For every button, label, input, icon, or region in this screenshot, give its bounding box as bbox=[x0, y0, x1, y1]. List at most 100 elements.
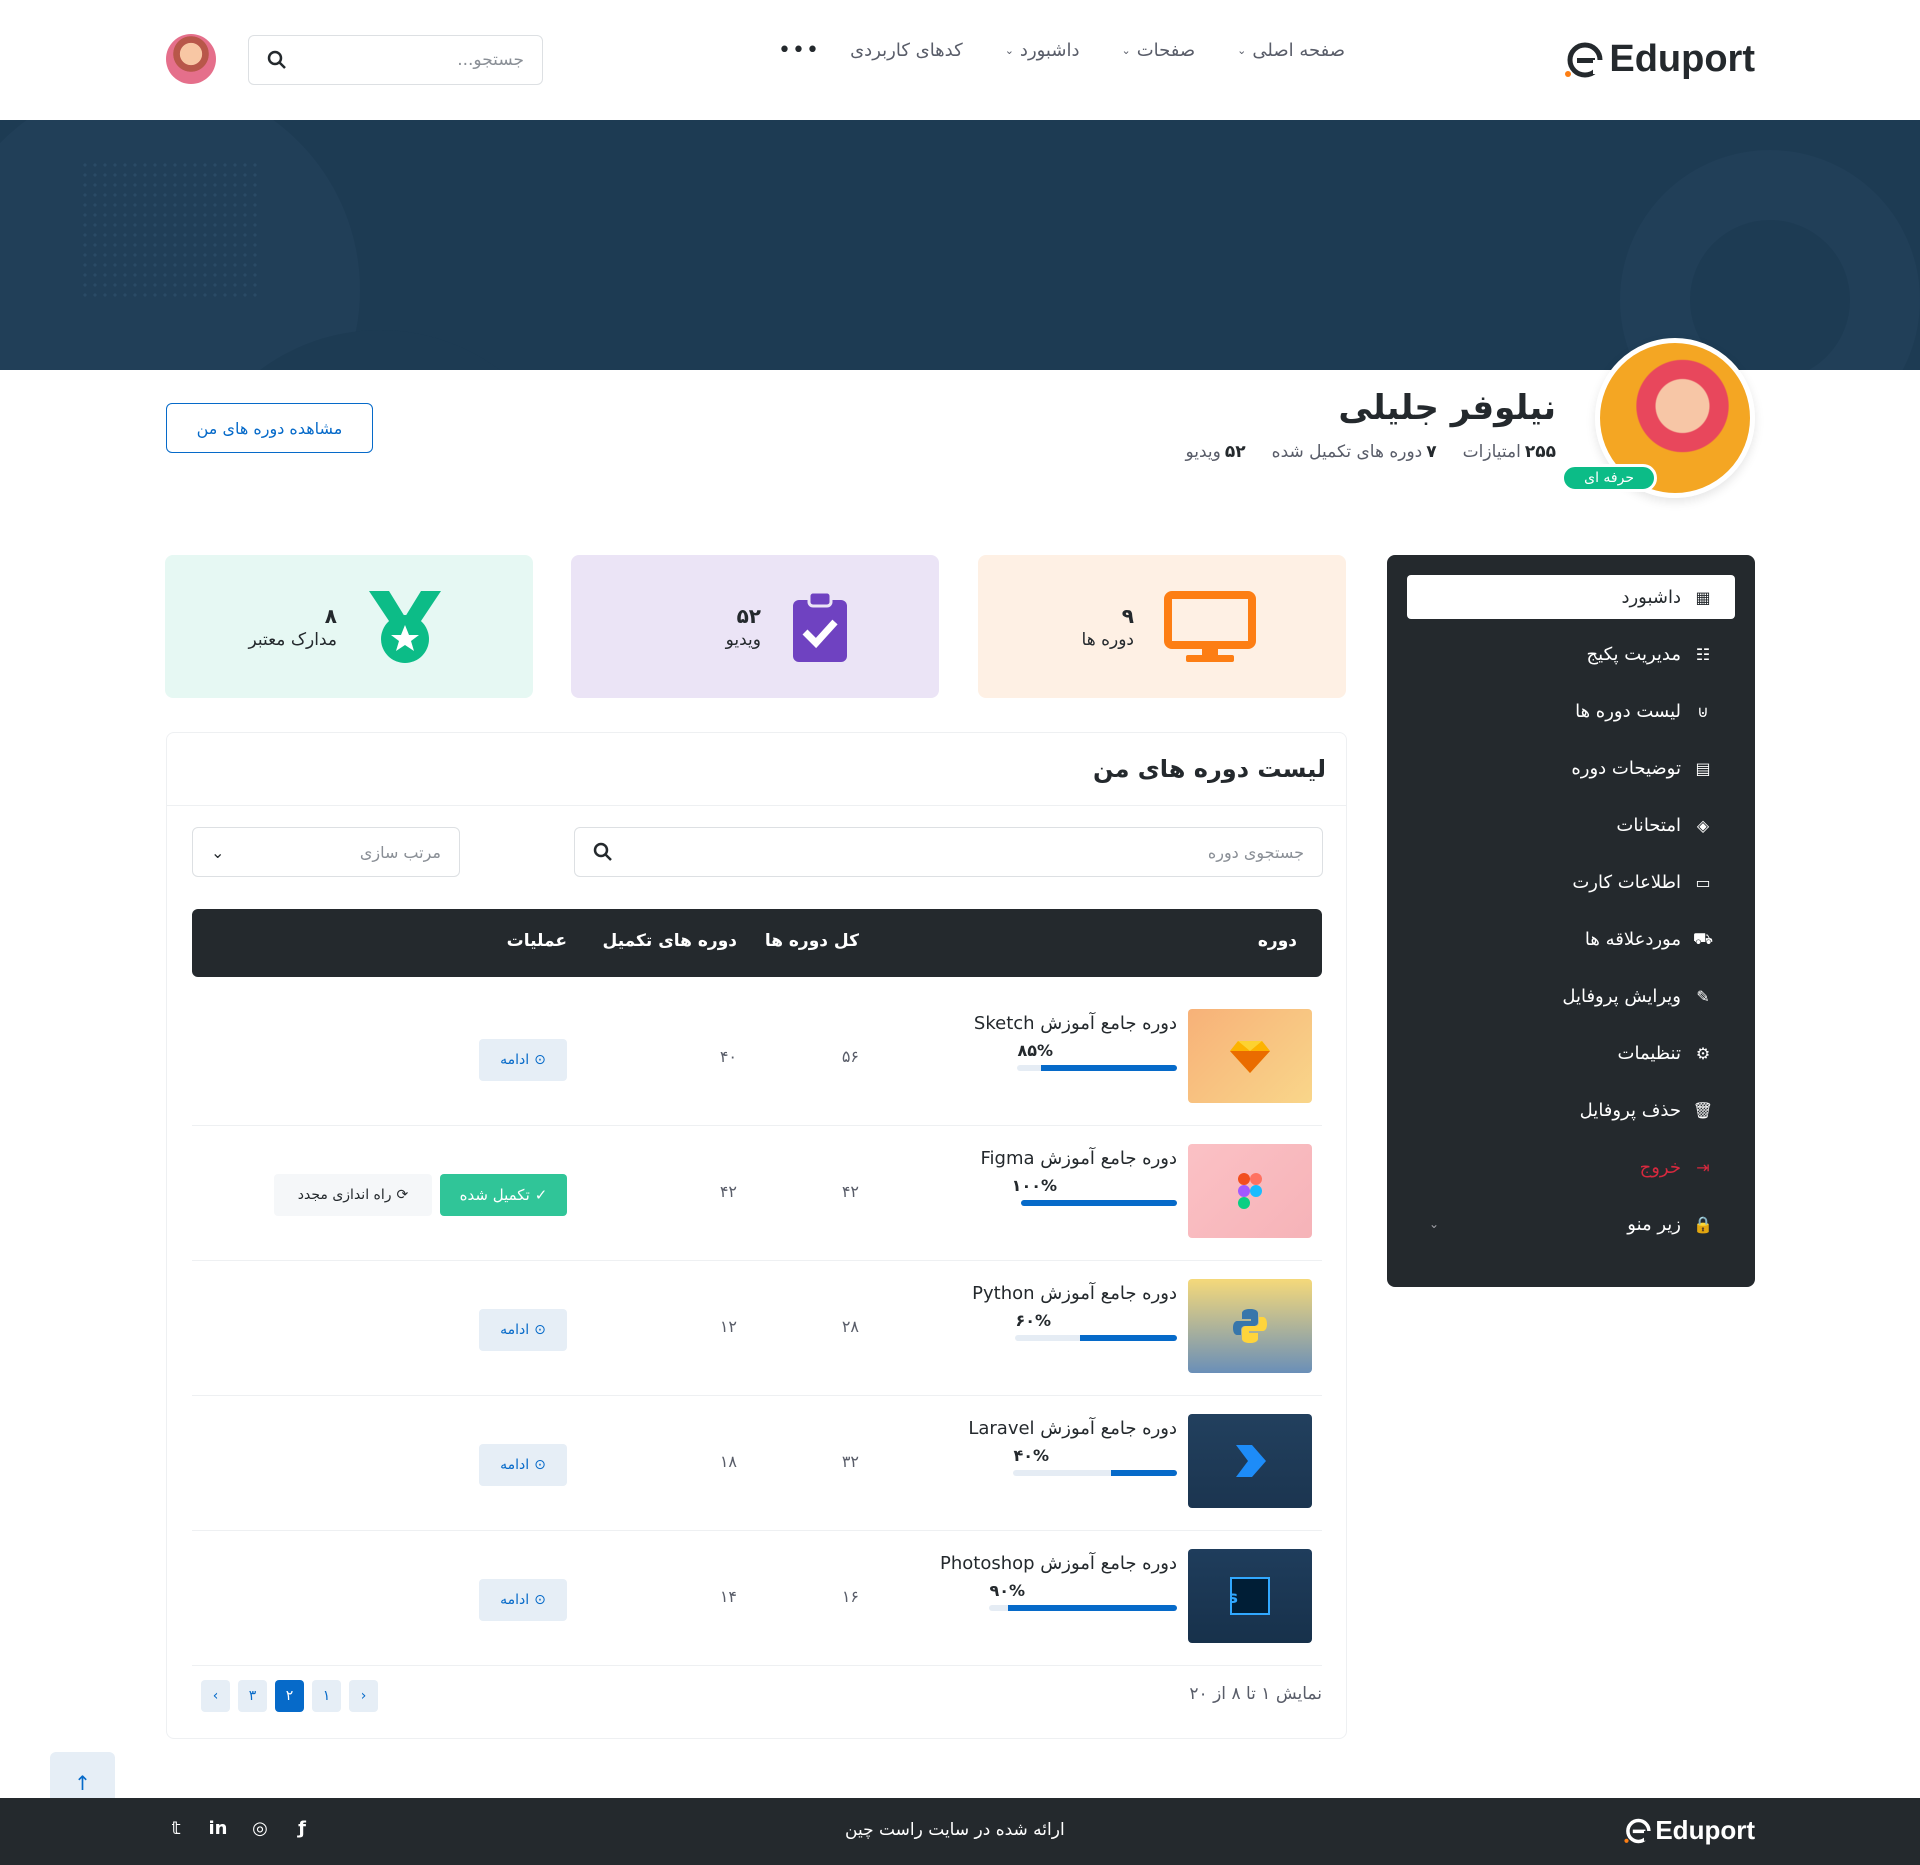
nav-pages[interactable]: صفحات ⌄ bbox=[1121, 40, 1195, 61]
sketch-logo-icon bbox=[1230, 1039, 1270, 1073]
sidebar-item[interactable]: ⇥ خروج bbox=[1407, 1145, 1735, 1189]
course-progress-percent: ۱۰۰% bbox=[1011, 1176, 1057, 1195]
trash-icon: 🗑 bbox=[1692, 1100, 1713, 1120]
more-menu-button[interactable]: ••• bbox=[778, 38, 820, 63]
sidebar-item[interactable]: 🔒 زیر منو ⌄ bbox=[1407, 1202, 1735, 1246]
profile-stats: ۲۵۵امتیازات ۷دوره های تکمیل شده ۵۲ویدیو bbox=[1186, 442, 1557, 462]
logo-mark-icon bbox=[1624, 1818, 1652, 1843]
arrow-up-icon: ↑ bbox=[74, 1771, 91, 1795]
pagination-page[interactable]: ۳ bbox=[238, 1680, 267, 1712]
sidebar-item[interactable]: ⊍ لیست دوره ها bbox=[1407, 689, 1735, 733]
progress-fill bbox=[1041, 1065, 1177, 1071]
stat-card-text: ۸ مدارک معتبر bbox=[248, 604, 337, 650]
stat-card-certificates: ۸ مدارک معتبر bbox=[165, 555, 533, 698]
course-progress-bar bbox=[1017, 1065, 1177, 1071]
stat-card-value: ۵۲ bbox=[736, 603, 761, 628]
figma-logo-icon bbox=[1237, 1172, 1263, 1210]
pagination-page-current[interactable]: ۲ bbox=[275, 1680, 304, 1712]
sidebar-item-label: امتحانات bbox=[1616, 814, 1681, 836]
course-title[interactable]: دوره جامع آموزش Sketch bbox=[974, 1013, 1177, 1034]
course-completed-lessons: ۴۰ bbox=[719, 1047, 737, 1066]
sidebar-item[interactable]: ▤ توضیحات دوره bbox=[1407, 746, 1735, 790]
user-avatar[interactable] bbox=[166, 34, 216, 84]
course-thumbnail[interactable]: Ps bbox=[1188, 1549, 1312, 1643]
course-completed-lessons: ۱۸ bbox=[719, 1452, 737, 1471]
sign-out-icon: ⇥ bbox=[1696, 1157, 1710, 1177]
course-title[interactable]: دوره جامع آموزش Laravel bbox=[968, 1418, 1177, 1439]
stat-card-label: مدارک معتبر bbox=[248, 629, 337, 650]
course-thumbnail[interactable] bbox=[1188, 1279, 1312, 1373]
course-total-lessons: ۴۲ bbox=[841, 1182, 859, 1201]
course-thumbnail[interactable] bbox=[1188, 1009, 1312, 1103]
nav-dashboard[interactable]: داشبورد ⌄ bbox=[1005, 40, 1080, 61]
stat-completed: ۷دوره های تکمیل شده bbox=[1272, 442, 1437, 462]
footer-logo-text: Eduport bbox=[1655, 1815, 1755, 1845]
play-circle-icon: ⊙ bbox=[534, 1052, 546, 1068]
play-circle-icon: ⊙ bbox=[534, 1457, 546, 1473]
continue-button[interactable]: ⊙ ادامه bbox=[479, 1444, 567, 1486]
continue-button[interactable]: ⊙ ادامه bbox=[479, 1039, 567, 1081]
banner-dots bbox=[80, 160, 260, 300]
col-total: کل دوره ها bbox=[764, 931, 859, 951]
stat-videos-label: ویدیو bbox=[1185, 442, 1221, 462]
stat-points: ۲۵۵امتیازات bbox=[1463, 442, 1556, 462]
divider bbox=[167, 805, 1346, 806]
search-icon[interactable] bbox=[267, 50, 287, 70]
sidebar-item[interactable]: ✎ ویرایش پروفایل bbox=[1407, 974, 1735, 1018]
pagination-prev-button[interactable]: ‹ bbox=[201, 1680, 230, 1712]
restart-label: راه اندازی مجدد bbox=[297, 1187, 392, 1203]
course-title[interactable]: دوره جامع آموزش Photoshop bbox=[940, 1553, 1177, 1574]
footer-logo[interactable]: Eduport bbox=[1623, 1815, 1755, 1846]
progress-fill bbox=[1021, 1200, 1177, 1206]
course-total-lessons: ۱۶ bbox=[841, 1587, 859, 1606]
course-thumbnail[interactable] bbox=[1188, 1144, 1312, 1238]
course-title[interactable]: دوره جامع آموزش Python bbox=[972, 1283, 1177, 1304]
table-row: Ps دوره جامع آموزش Photoshop ۹۰% ۱۶ ۱۴ ⊙ادامه bbox=[192, 1531, 1322, 1666]
course-progress-percent: ۴۰% bbox=[1013, 1446, 1049, 1465]
check-icon: ✓ bbox=[534, 1186, 548, 1204]
sidebar-item[interactable]: ◈ امتحانات bbox=[1407, 803, 1735, 847]
view-my-courses-button[interactable]: مشاهده دوره های من bbox=[166, 403, 373, 453]
sort-select[interactable]: مرتب سازی ⌄ bbox=[192, 827, 460, 877]
course-title[interactable]: دوره جامع آموزش Figma bbox=[981, 1148, 1177, 1169]
course-total-lessons: ۵۶ bbox=[841, 1047, 859, 1066]
progress-fill bbox=[1111, 1470, 1177, 1476]
pencil-square-icon: ✎ bbox=[1696, 986, 1710, 1006]
sidebar-item[interactable]: 🗑 حذف پروفایل bbox=[1407, 1088, 1735, 1132]
search-icon[interactable] bbox=[593, 842, 613, 862]
stat-completed-value: ۷ bbox=[1426, 442, 1437, 462]
gear-icon: ⚙ bbox=[1695, 1043, 1711, 1063]
twitter-icon[interactable]: 𝕥 bbox=[166, 1818, 186, 1839]
sidebar-item[interactable]: ▦ داشبورد bbox=[1407, 575, 1735, 619]
chevron-down-icon: ⌄ bbox=[211, 842, 225, 862]
continue-button[interactable]: ⊙ ادامه bbox=[479, 1309, 567, 1351]
facebook-icon[interactable]: ƒ bbox=[292, 1818, 312, 1839]
pagination-page[interactable]: ۱ bbox=[312, 1680, 341, 1712]
pagination-info: نمایش ۱ تا ۸ از ۲۰ bbox=[1189, 1684, 1322, 1704]
continue-button[interactable]: ⊙ ادامه bbox=[479, 1579, 567, 1621]
linkedin-icon[interactable]: in bbox=[208, 1818, 228, 1839]
sidebar-item[interactable]: ☷ مدیریت پکیج bbox=[1407, 632, 1735, 676]
nav-pages-label: صفحات bbox=[1136, 40, 1196, 61]
nav-home[interactable]: صفحه اصلی ⌄ bbox=[1237, 40, 1345, 61]
progress-fill bbox=[1079, 1335, 1177, 1341]
site-logo[interactable]: Eduport bbox=[1563, 38, 1755, 81]
restart-button[interactable]: ⟳ راه اندازی مجدد bbox=[274, 1174, 432, 1216]
course-search-input[interactable]: جستجوی دوره bbox=[574, 827, 1323, 877]
chevron-down-icon: ⌄ bbox=[1237, 44, 1247, 57]
logo-mark-icon bbox=[1565, 42, 1604, 77]
pagination-next-button[interactable]: › bbox=[349, 1680, 378, 1712]
instagram-icon[interactable]: ◎ bbox=[250, 1818, 270, 1839]
sidebar-item[interactable]: ⛟ موردعلاقه ها bbox=[1407, 917, 1735, 961]
completed-button[interactable]: ✓ تکمیل شده bbox=[440, 1174, 567, 1216]
header-search-input[interactable]: جستجو... bbox=[248, 35, 543, 85]
course-thumbnail[interactable] bbox=[1188, 1414, 1312, 1508]
sidebar-item-label: اطلاعات کارت bbox=[1572, 871, 1681, 893]
nav-components-label: کدهای کاربردی bbox=[850, 40, 963, 61]
nav-components[interactable]: کدهای کاربردی bbox=[850, 40, 963, 61]
course-progress-bar bbox=[1015, 1335, 1177, 1341]
sidebar-item[interactable]: ▭ اطلاعات کارت bbox=[1407, 860, 1735, 904]
cart-icon: ⛟ bbox=[1692, 928, 1713, 948]
sidebar-item[interactable]: ⚙ تنظیمات bbox=[1407, 1031, 1735, 1075]
course-progress-bar bbox=[1013, 1470, 1177, 1476]
